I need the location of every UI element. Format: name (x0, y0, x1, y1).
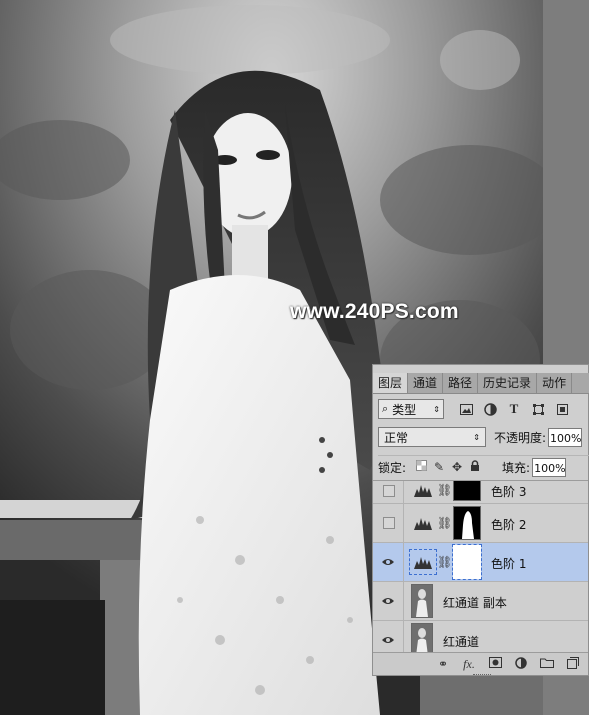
eye-icon[interactable] (381, 596, 395, 606)
lock-position-icon[interactable]: ✥ (448, 460, 466, 475)
blend-mode-select[interactable]: 正常 ⇕ (378, 427, 486, 447)
layers-bottom-toolbar: ⚭ fx. (373, 652, 588, 675)
levels-icon (414, 518, 432, 530)
chevron-updown-icon: ⇕ (473, 432, 480, 442)
layer-row-red-channel-copy[interactable]: 红通道 副本 (373, 582, 588, 621)
levels-icon (409, 549, 437, 575)
shape-filter-icon[interactable] (530, 401, 546, 417)
lock-all-icon[interactable] (466, 459, 484, 475)
blend-mode-value: 正常 (384, 430, 409, 445)
lock-transparent-icon[interactable] (412, 459, 430, 475)
link-layers-icon[interactable]: ⚭ (430, 657, 456, 671)
lock-label: 锁定: (378, 460, 407, 475)
visibility-toggle[interactable] (383, 517, 395, 529)
add-mask-icon[interactable] (482, 657, 508, 671)
watermark-text: www.240PS.com (290, 300, 459, 323)
adjustment-filter-icon[interactable] (482, 401, 498, 417)
search-icon: ⌕ (382, 402, 389, 415)
layer-name[interactable]: 红通道 副本 (443, 594, 507, 611)
tab-actions[interactable]: 动作 (537, 373, 573, 393)
lock-paint-icon[interactable]: ✎ (430, 460, 448, 475)
tab-layers[interactable]: 图层 (373, 373, 409, 393)
opacity-field[interactable]: 100% (548, 427, 583, 447)
tab-channels[interactable]: 通道 (408, 373, 444, 393)
layer-name[interactable]: 红通道 (443, 633, 479, 650)
fill-field[interactable]: 100% (532, 457, 567, 477)
eye-icon[interactable] (381, 557, 395, 567)
layer-thumbnail[interactable] (411, 623, 433, 653)
visibility-toggle[interactable] (383, 485, 395, 497)
layer-row-levels-3[interactable]: ⛓ 色阶 3 (373, 481, 588, 504)
layer-mask-thumbnail[interactable] (452, 544, 482, 580)
panel-tabs: 图层 通道 路径 历史记录 动作 (373, 373, 589, 394)
new-group-icon[interactable] (534, 657, 560, 671)
layer-row-levels-2[interactable]: ⛓ 色阶 2 (373, 504, 588, 543)
fx-icon[interactable]: fx. (456, 657, 482, 672)
layer-mask-thumbnail[interactable] (453, 481, 481, 501)
layer-thumbnail[interactable] (411, 584, 433, 618)
layer-list: ⛓ 色阶 3 ⛓ 色阶 2 ⛓ 色阶 1 红通道 副本 红通道 (373, 480, 588, 653)
eye-icon[interactable] (381, 635, 395, 645)
layer-mask-thumbnail[interactable] (453, 506, 481, 540)
chevron-updown-icon: ⇕ (433, 404, 440, 414)
kind-filter-select[interactable]: ⌕ 类型 ⇕ (378, 399, 444, 419)
layers-panel: 图层 通道 路径 历史记录 动作 ⌕ 类型 ⇕ T 正常 ⇕ 不透明度: 100… (372, 364, 589, 676)
kind-filter-value: 类型 (392, 402, 417, 417)
fill-label: 填充: (502, 460, 531, 475)
mask-silhouette (462, 511, 474, 539)
link-chain-icon[interactable]: ⛓ (437, 555, 452, 569)
layer-row-red-channel[interactable]: 红通道 (373, 621, 588, 653)
tab-paths[interactable]: 路径 (443, 373, 479, 393)
new-adjustment-icon[interactable] (508, 656, 534, 672)
layer-name[interactable]: 色阶 1 (491, 555, 526, 572)
new-layer-icon[interactable] (560, 656, 586, 672)
tab-history[interactable]: 历史记录 (478, 373, 538, 393)
layer-name[interactable]: 色阶 3 (491, 483, 526, 500)
resize-grip[interactable] (473, 674, 491, 678)
smartobject-filter-icon[interactable] (554, 401, 570, 417)
layer-name[interactable]: 色阶 2 (491, 516, 526, 533)
image-filter-icon[interactable] (458, 401, 474, 417)
levels-icon (414, 485, 432, 497)
opacity-label: 不透明度: (494, 430, 547, 445)
link-chain-icon[interactable]: ⛓ (437, 483, 452, 497)
text-filter-icon[interactable]: T (506, 401, 522, 417)
link-chain-icon[interactable]: ⛓ (437, 516, 452, 530)
layer-row-levels-1[interactable]: ⛓ 色阶 1 (373, 543, 588, 582)
